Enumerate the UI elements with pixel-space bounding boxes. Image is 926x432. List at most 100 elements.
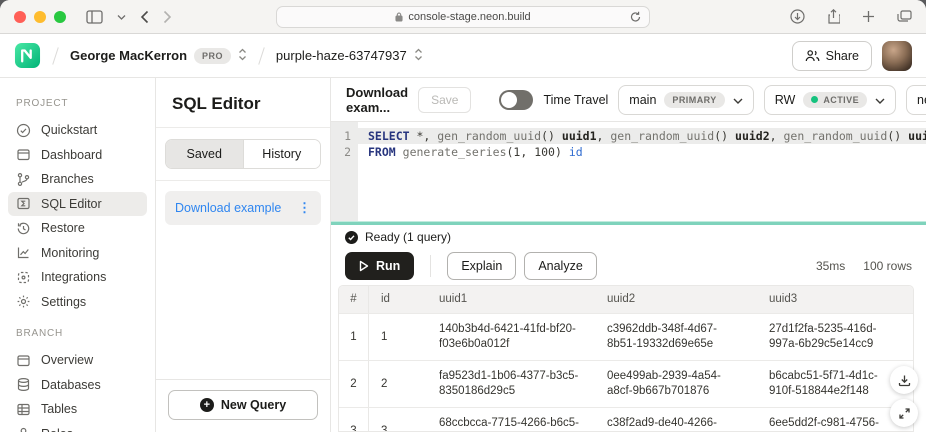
database-select-value: neondb: [917, 93, 926, 107]
expand-results-button[interactable]: [890, 399, 918, 427]
sidebar-item-label: Restore: [41, 221, 85, 235]
editor-panel: Download exam... Save Time Travel main P…: [331, 78, 926, 432]
saved-history-tabs: Saved History: [165, 139, 321, 169]
time-travel-toggle[interactable]: [499, 90, 533, 110]
compute-select[interactable]: RW ACTIVE: [764, 85, 896, 115]
uuid2-cell: c38f2ad9-de40-4266-a918-ae947c732ed0: [595, 408, 757, 432]
address-bar[interactable]: console-stage.neon.build: [276, 6, 650, 28]
tab-saved[interactable]: Saved: [166, 140, 243, 168]
status-row: Ready (1 query): [331, 227, 926, 247]
row-number-cell: 1: [339, 314, 369, 360]
share-button[interactable]: Share: [792, 41, 872, 71]
account-selector[interactable]: George MacKerron PRO: [70, 48, 247, 64]
downloads-icon[interactable]: [790, 9, 805, 24]
url-text: console-stage.neon.build: [408, 11, 530, 23]
sidebar-chevron-down-icon[interactable]: [117, 14, 126, 20]
saved-query-label: Download example: [175, 201, 281, 215]
dashboard-icon: [16, 147, 31, 162]
user-avatar[interactable]: [882, 41, 912, 71]
plus-icon: +: [200, 398, 214, 412]
results-table-header: # id uuid1 uuid2 uuid3: [339, 286, 913, 313]
column-header: uuid3: [757, 286, 913, 313]
app-header: George MacKerron PRO purple-haze-6374793…: [0, 34, 926, 78]
browser-sidebar-icon[interactable]: [86, 10, 103, 24]
new-query-label: New Query: [221, 398, 286, 412]
tab-history[interactable]: History: [243, 140, 321, 168]
uuid1-cell: fa9523d1-1b06-4377-b3c5-8350186d29c5: [427, 361, 595, 407]
neon-logo[interactable]: [14, 42, 41, 69]
sidebar: PROJECT Quickstart Dashboard Branches SQ…: [0, 78, 156, 432]
sidebar-item-sql-editor[interactable]: SQL Editor: [8, 192, 147, 217]
back-button[interactable]: [140, 10, 149, 24]
integrations-icon: [16, 270, 31, 285]
id-cell: 2: [369, 361, 427, 407]
active-status-dot: [811, 96, 818, 103]
editor-toolbar: Download exam... Save Time Travel main P…: [331, 78, 926, 122]
zoom-window-button[interactable]: [54, 11, 66, 23]
new-query-button[interactable]: + New Query: [168, 390, 318, 420]
download-results-button[interactable]: [890, 366, 918, 394]
sidebar-item-label: Dashboard: [41, 148, 102, 162]
uuid3-cell: 27d1f2fa-5235-416d-997a-6b29c5e14cc9: [757, 314, 913, 360]
browser-chrome: console-stage.neon.build: [0, 0, 926, 34]
explain-button[interactable]: Explain: [447, 252, 516, 280]
sidebar-section-project: PROJECT: [16, 98, 147, 109]
uuid1-cell: 140b3b4d-6421-41fd-bf20-f03e6b0a012f: [427, 314, 595, 360]
id-cell: 1: [369, 314, 427, 360]
tab-overview-icon[interactable]: [897, 10, 912, 23]
sidebar-item-branches[interactable]: Branches: [8, 167, 147, 192]
result-row-count: 100 rows: [863, 259, 912, 273]
chevron-down-icon: [733, 93, 743, 107]
forward-button[interactable]: [163, 10, 172, 24]
resize-handle[interactable]: [331, 221, 926, 225]
table-row: 1 1 140b3b4d-6421-41fd-bf20-f03e6b0a012f…: [339, 313, 913, 360]
sidebar-item-label: Databases: [41, 378, 101, 392]
actions-row: Run Explain Analyze 35ms 100 rows: [331, 247, 926, 285]
run-button[interactable]: Run: [345, 252, 414, 280]
breadcrumb-divider: [52, 47, 59, 64]
sidebar-item-quickstart[interactable]: Quickstart: [8, 118, 147, 143]
kebab-menu-icon[interactable]: ⋮: [298, 200, 311, 216]
analyze-button[interactable]: Analyze: [524, 252, 596, 280]
database-select[interactable]: neondb: [906, 85, 926, 115]
sidebar-item-roles[interactable]: Roles: [8, 422, 147, 432]
new-tab-icon[interactable]: [862, 10, 875, 23]
reload-icon[interactable]: [630, 11, 641, 23]
share-page-icon[interactable]: [827, 9, 840, 24]
sql-code-editor[interactable]: 1 2 SELECT *, gen_random_uuid() uuid1, g…: [331, 122, 926, 221]
ready-check-icon: [345, 231, 358, 244]
column-header: id: [369, 286, 427, 313]
sidebar-item-integrations[interactable]: Integrations: [8, 265, 147, 290]
id-cell: 3: [369, 408, 427, 432]
row-number-cell: 2: [339, 361, 369, 407]
sidebar-item-label: Settings: [41, 295, 86, 309]
minimize-window-button[interactable]: [34, 11, 46, 23]
lock-icon: [395, 12, 403, 22]
sidebar-item-databases[interactable]: Databases: [8, 373, 147, 398]
chevron-down-icon: [875, 93, 885, 107]
code-line-1[interactable]: SELECT *, gen_random_uuid() uuid1, gen_r…: [358, 128, 926, 144]
close-window-button[interactable]: [14, 11, 26, 23]
project-name: purple-haze-63747937: [276, 48, 407, 63]
code-line-2[interactable]: FROM generate_series(1, 100) id: [358, 144, 926, 160]
sidebar-item-label: Roles: [41, 427, 73, 432]
play-icon: [359, 260, 369, 272]
save-button[interactable]: Save: [418, 87, 471, 113]
sidebar-item-label: Quickstart: [41, 123, 97, 137]
row-number-cell: 3: [339, 408, 369, 432]
sidebar-item-restore[interactable]: Restore: [8, 216, 147, 241]
compute-select-value: RW: [775, 93, 796, 107]
branch-select[interactable]: main PRIMARY: [618, 85, 753, 115]
sidebar-item-label: Monitoring: [41, 246, 99, 260]
saved-query-item[interactable]: Download example ⋮: [165, 191, 321, 225]
column-header: uuid1: [427, 286, 595, 313]
time-travel-label: Time Travel: [543, 93, 608, 107]
sidebar-item-overview[interactable]: Overview: [8, 348, 147, 373]
project-selector[interactable]: purple-haze-63747937: [276, 48, 423, 64]
sidebar-item-tables[interactable]: Tables: [8, 397, 147, 422]
sidebar-item-monitoring[interactable]: Monitoring: [8, 241, 147, 266]
sidebar-item-settings[interactable]: Settings: [8, 290, 147, 315]
sidebar-item-dashboard[interactable]: Dashboard: [8, 143, 147, 168]
quickstart-icon: [16, 123, 31, 138]
breadcrumb-divider: [258, 47, 265, 64]
